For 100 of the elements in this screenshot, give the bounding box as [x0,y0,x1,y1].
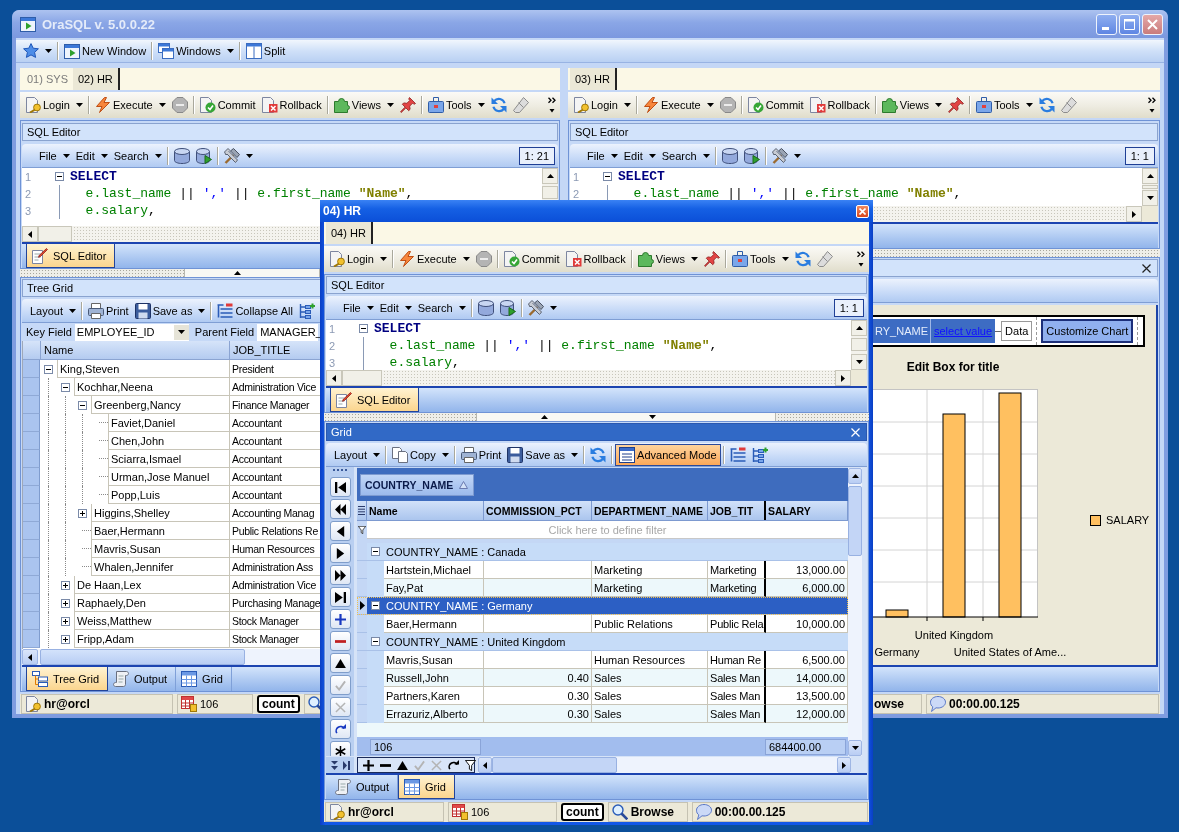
column-header[interactable]: Name [367,501,484,520]
tree-node-label[interactable]: Chen,John [108,432,229,450]
splitter-handle[interactable] [184,269,320,277]
plus-box-icon[interactable] [61,616,70,626]
data-area[interactable]: Data [1001,321,1033,341]
session-tab[interactable]: 02) HR [72,68,120,90]
dropdown-button[interactable]: Execute [639,94,717,116]
last-record-button[interactable] [329,587,351,607]
toolbar-button[interactable]: Commit [744,94,807,116]
dropdown-button[interactable]: Edit [72,144,111,167]
close-button[interactable] [1140,261,1153,275]
remove-button[interactable] [329,631,351,651]
scroll-thumb[interactable] [342,370,382,386]
minus-box-icon[interactable] [371,547,380,556]
panel-tab[interactable]: Output [108,667,177,691]
horizontal-scrollbar[interactable] [478,757,867,773]
tree-node-label[interactable]: Sciarra,Ismael [108,450,229,468]
count-button[interactable]: count [561,803,604,821]
column-header[interactable]: COMMISSION_PCT [484,501,592,520]
toolbar-button[interactable]: New Window [61,40,150,62]
field-chip[interactable]: RY_NAME [873,319,930,343]
dropdown-button[interactable]: File [340,296,377,319]
dropdown-button[interactable]: Login [326,248,390,270]
column-header[interactable]: Name [41,341,230,359]
scroll-thumb[interactable] [40,649,245,665]
scroll-down-button[interactable] [1142,190,1158,206]
tree-node-label[interactable]: Mavris,Susan [91,540,229,558]
dropdown-button[interactable]: Copy [389,443,452,466]
panel-tab[interactable]: Output [330,775,399,799]
previous-page-button[interactable] [329,499,351,519]
scroll-right-button[interactable] [1126,206,1142,222]
vertical-scrollbar[interactable] [1142,168,1158,206]
dropdown-button[interactable]: Edit [620,144,659,167]
count-button[interactable]: count [257,695,300,713]
dropdown-button[interactable]: Search [110,144,165,167]
dropdown-button[interactable]: Tools [424,94,488,116]
vertical-scrollbar[interactable] [848,468,862,756]
tree-node-label[interactable]: Whalen,Jennifer [91,558,229,576]
dropdown-button[interactable]: Login [22,94,86,116]
minus-box-icon[interactable] [78,400,87,410]
refresh-button[interactable] [446,758,460,772]
minus-box-icon[interactable] [602,172,612,181]
panel-tab[interactable]: Grid [398,775,455,799]
refresh-button[interactable] [329,719,351,739]
splitter-handle[interactable] [476,413,776,421]
parent-field-combo[interactable]: MANAGER_ [257,323,319,341]
tree-node-label[interactable]: Kochhar,Neena [74,378,229,396]
tree-node-label[interactable]: Greenberg,Nancy [91,396,229,414]
scroll-down-button[interactable] [851,354,867,370]
filter-row[interactable]: Click here to define filter [367,521,848,539]
group-row[interactable]: COUNTRY_NAME : United Kingdom [357,633,848,651]
scroll-up-button[interactable] [848,468,862,484]
group-row[interactable]: COUNTRY_NAME : Germany [357,597,848,615]
scroll-thumb[interactable] [851,338,867,351]
scroll-right-button[interactable] [835,370,851,386]
asterisk-button[interactable] [329,741,351,756]
scroll-up-button[interactable] [542,168,558,184]
up-button[interactable] [329,653,351,673]
dropdown-button[interactable]: Save as [131,299,209,322]
table-row[interactable]: Partners,Karen 0.30 Sales Sales Man 13,500.00 [357,687,848,705]
tree-node-label[interactable]: Higgins,Shelley [91,504,229,522]
tree-node-label[interactable]: Weiss,Matthew [74,612,229,630]
toolbar-button[interactable]: Rollback [562,248,629,270]
next-page-button[interactable] [329,565,351,585]
dropdown-button[interactable]: Execute [395,248,473,270]
key-field-combo[interactable]: EMPLOYEE_ID [74,323,189,341]
tree-node-label[interactable]: King,Steven [57,360,229,378]
dropdown-button[interactable]: File [584,144,621,167]
toolbar-button[interactable]: Collapse All [214,299,296,322]
scroll-thumb[interactable] [848,486,862,556]
minus-box-icon[interactable] [44,364,53,374]
vertical-scrollbar[interactable] [851,320,867,370]
dropdown-button[interactable]: Views [330,94,397,116]
add-button[interactable] [361,758,375,772]
panel-tab[interactable]: Grid [176,667,232,691]
scroll-left-button[interactable] [326,370,342,386]
tree-node-label[interactable]: Faviet,Daniel [108,414,229,432]
table-row[interactable]: Mavris,Susan Human Resources Human Re 6,500.00 [357,651,848,669]
dropdown-button[interactable]: Search [658,144,713,167]
dropdown-button[interactable]: Layout [27,299,80,322]
panel-tab[interactable]: SQL Editor [26,244,116,268]
vertical-scrollbar[interactable] [542,168,558,201]
plus-box-icon[interactable] [78,508,87,518]
tree-node-label[interactable]: Fripp,Adam [74,630,229,648]
session-tab[interactable]: 04) HR [326,222,373,244]
minus-box-icon[interactable] [61,382,70,392]
scroll-up-button[interactable] [1142,168,1158,184]
table-row[interactable]: Baer,Hermann Public Relations Public Rela 10,000.00 [357,615,848,633]
dropdown-button[interactable]: Windows [155,40,237,62]
dropdown-button[interactable]: Login [570,94,634,116]
dropdown-button[interactable]: Views [878,94,945,116]
group-by-chip[interactable]: COUNTRY_NAME [360,473,475,496]
code-editor[interactable]: 1 SELECT 2 e.last_name || ',' || e.first_name "Name", [570,168,1158,206]
code-editor[interactable]: 1 SELECT 2 e.last_name || ',' || e.first_name "Name", 3 e.salary, [326,320,867,370]
panel-tab[interactable]: SQL Editor [330,388,420,412]
dropdown-button[interactable]: Execute [91,94,169,116]
next-record-button[interactable] [329,543,351,563]
customize-chart-button[interactable]: Customize Chart [1041,319,1134,343]
scroll-up-button[interactable] [851,320,867,336]
previous-record-button[interactable] [329,521,351,541]
